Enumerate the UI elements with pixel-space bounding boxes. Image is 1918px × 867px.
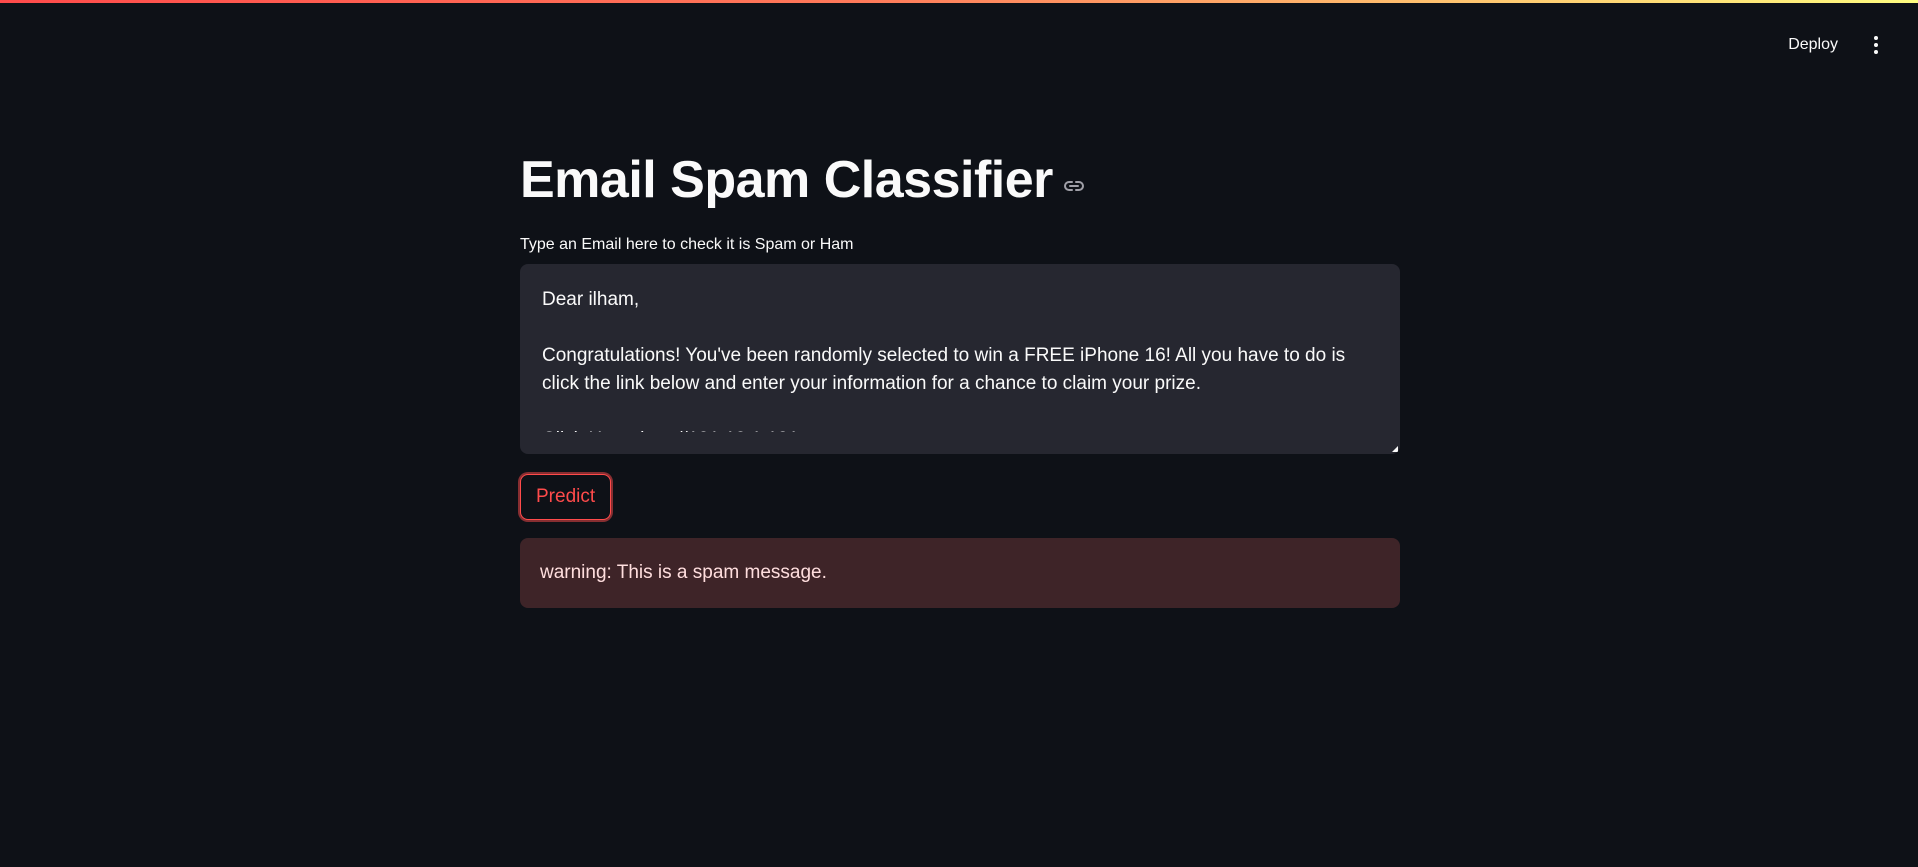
main-menu-button[interactable] [1864, 31, 1888, 59]
page-title: Email Spam Classifier [520, 151, 1053, 209]
top-decoration-bar [0, 0, 1918, 3]
resize-handle-icon[interactable] [1392, 446, 1398, 452]
link-icon[interactable] [1063, 179, 1085, 193]
vertical-dots-icon [1874, 36, 1878, 40]
email-textarea-container[interactable]: Dear ilham, Congratulations! You've been… [520, 264, 1400, 454]
email-textarea[interactable]: Dear ilham, Congratulations! You've been… [542, 286, 1378, 432]
predict-button[interactable]: Predict [520, 474, 612, 520]
alert-message: warning: This is a spam message. [540, 562, 827, 583]
main-content: Email Spam Classifier Type an Email here… [520, 140, 1400, 608]
spam-warning-alert: warning: This is a spam message. [520, 538, 1400, 608]
header-toolbar: Deploy [1780, 30, 1888, 60]
title-row: Email Spam Classifier [520, 140, 1400, 220]
email-input-label: Type an Email here to check it is Spam o… [520, 236, 854, 253]
deploy-button[interactable]: Deploy [1780, 30, 1846, 60]
